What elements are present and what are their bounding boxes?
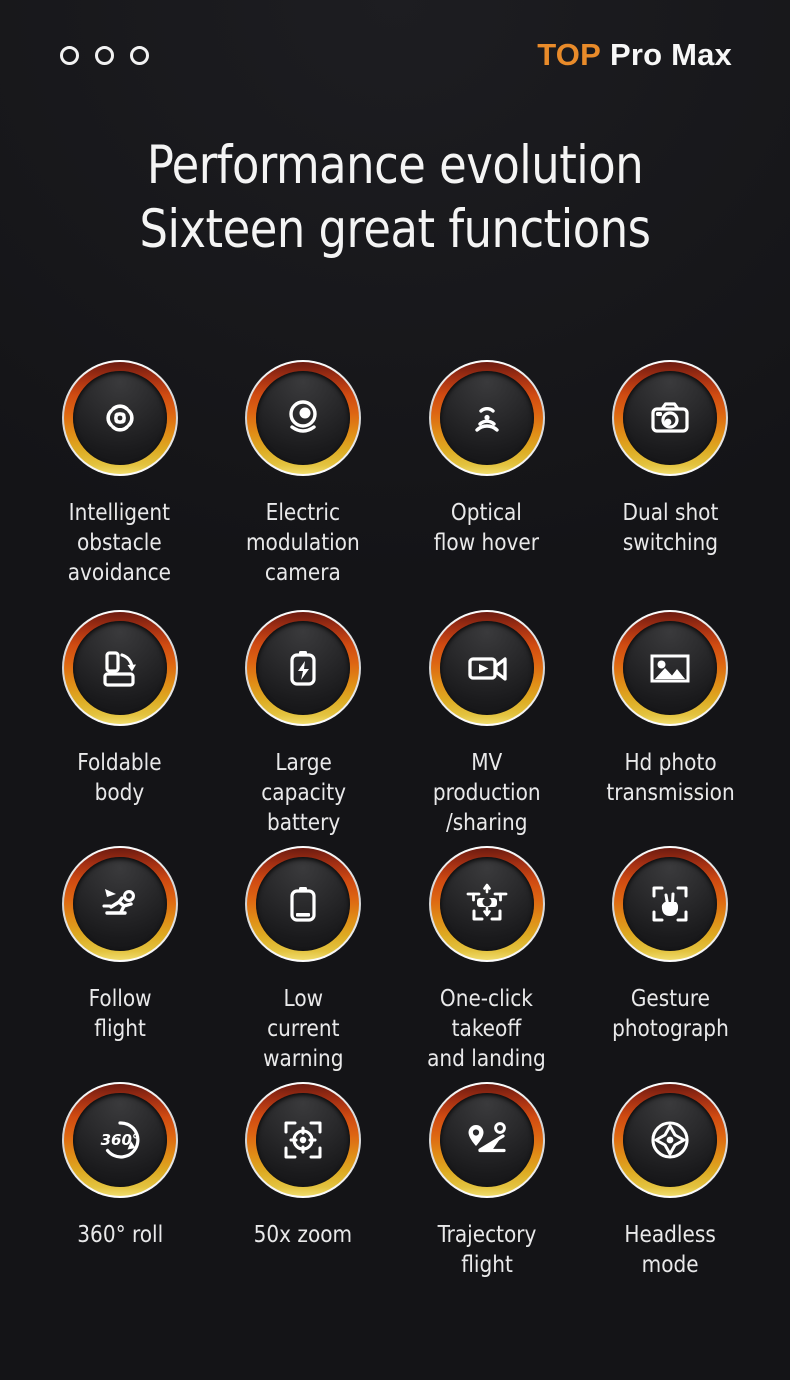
feature-badge bbox=[245, 1082, 362, 1198]
feature-badge bbox=[612, 610, 729, 726]
feature-grid: Intelligent obstacle avoidance Electric … bbox=[28, 360, 762, 1282]
circle-icon-2 bbox=[95, 45, 114, 65]
battery-charge-icon bbox=[290, 651, 316, 686]
circle-icon-1 bbox=[60, 45, 79, 65]
feature-badge bbox=[61, 360, 178, 476]
feature-label: Follow flight bbox=[88, 984, 152, 1042]
product-feature-poster: TOP Pro Max Performance evolution Sixteen… bbox=[0, 0, 790, 1380]
feature-label: Large capacity battery bbox=[260, 748, 346, 836]
feature-item-follow-flight[interactable]: Follow flight bbox=[28, 846, 212, 1082]
feature-badge bbox=[245, 360, 362, 476]
compass-headless-icon bbox=[651, 1121, 689, 1159]
feature-label: Foldable body bbox=[77, 748, 162, 806]
feature-label: Headless mode bbox=[624, 1220, 716, 1278]
feature-badge bbox=[612, 1082, 729, 1198]
feature-badge bbox=[61, 610, 178, 726]
feature-item-50x-zoom[interactable]: 50x zoom bbox=[212, 1082, 396, 1282]
feature-label: Trajectory flight bbox=[437, 1220, 537, 1278]
gimbal-camera-icon bbox=[289, 400, 317, 433]
title-line-1: Performance evolution bbox=[146, 135, 644, 196]
photo-image-icon bbox=[650, 654, 690, 683]
feature-label: 360° roll bbox=[76, 1220, 163, 1248]
feature-item-one-click-takeoff-and-landing[interactable]: One-click takeoff and landing bbox=[395, 846, 579, 1082]
feature-item-hd-photo-transmission[interactable]: Hd photo transmission bbox=[579, 610, 763, 846]
feature-label: One-click takeoff and landing bbox=[427, 984, 547, 1072]
feature-label: MV production /sharing bbox=[432, 748, 541, 836]
feature-item-large-capacity-battery[interactable]: Large capacity battery bbox=[212, 610, 396, 846]
feature-label: Dual shot switching bbox=[622, 498, 719, 556]
feature-label: Low current warning bbox=[263, 984, 344, 1072]
title-line-2: Sixteen great functions bbox=[139, 199, 651, 260]
feature-item-low-current-warning[interactable]: Low current warning bbox=[212, 846, 396, 1082]
camera-icon bbox=[651, 402, 689, 433]
feature-label: Optical flow hover bbox=[434, 498, 540, 556]
three-circles-icon bbox=[60, 45, 149, 65]
feature-badge bbox=[245, 610, 362, 726]
feature-badge bbox=[61, 846, 178, 962]
feature-item-mv-production-sharing[interactable]: MV production /sharing bbox=[395, 610, 579, 846]
feature-badge: 360° bbox=[61, 1082, 178, 1198]
feature-item-trajectory-flight[interactable]: Trajectory flight bbox=[395, 1082, 579, 1282]
feature-item-gesture-photograph[interactable]: Gesture photograph bbox=[579, 846, 763, 1082]
brand-rest: Pro Max bbox=[610, 37, 732, 72]
obstacle-sensor-icon bbox=[106, 404, 134, 432]
feature-badge bbox=[612, 846, 729, 962]
feature-label: 50x zoom bbox=[253, 1220, 353, 1248]
optical-flow-icon bbox=[475, 407, 499, 432]
circle-icon-3 bbox=[130, 45, 149, 65]
360-rotate-icon: 360° bbox=[100, 1121, 140, 1159]
feature-badge bbox=[428, 610, 545, 726]
brand-highlight: TOP bbox=[537, 37, 601, 72]
poster-header: TOP Pro Max bbox=[0, 0, 790, 110]
zoom-target-icon bbox=[284, 1121, 322, 1159]
feature-item-optical-flow-hover[interactable]: Optical flow hover bbox=[395, 360, 579, 610]
battery-low-icon bbox=[290, 887, 316, 922]
feature-item-dual-shot-switching[interactable]: Dual shot switching bbox=[579, 360, 763, 610]
feature-item-intelligent-obstacle-avoidance[interactable]: Intelligent obstacle avoidance bbox=[28, 360, 212, 610]
video-camera-icon bbox=[468, 657, 507, 681]
page-title: Performance evolution Sixteen great func… bbox=[0, 134, 790, 262]
feature-badge bbox=[612, 360, 729, 476]
svg-text:360°: 360° bbox=[100, 1131, 139, 1149]
feature-badge bbox=[428, 846, 545, 962]
feature-item-foldable-body[interactable]: Foldable body bbox=[28, 610, 212, 846]
follow-running-icon bbox=[102, 889, 135, 915]
foldable-body-icon bbox=[103, 651, 136, 687]
feature-badge bbox=[245, 846, 362, 962]
drone-takeoff-landing-icon bbox=[466, 883, 508, 921]
feature-label: Electric modulation camera bbox=[246, 498, 361, 586]
feature-label: Hd photo transmission bbox=[606, 748, 735, 806]
feature-item-electric-modulation-camera[interactable]: Electric modulation camera bbox=[212, 360, 396, 610]
feature-label: Gesture photograph bbox=[611, 984, 729, 1042]
feature-item-360-roll[interactable]: 360° 360° roll bbox=[28, 1082, 212, 1282]
brand-logo: TOP Pro Max bbox=[537, 37, 732, 73]
feature-item-headless-mode[interactable]: Headless mode bbox=[579, 1082, 763, 1282]
gesture-hand-icon bbox=[652, 886, 688, 922]
feature-label: Intelligent obstacle avoidance bbox=[68, 498, 172, 586]
trajectory-route-icon bbox=[468, 1122, 506, 1153]
feature-badge bbox=[428, 1082, 545, 1198]
feature-badge bbox=[428, 360, 545, 476]
